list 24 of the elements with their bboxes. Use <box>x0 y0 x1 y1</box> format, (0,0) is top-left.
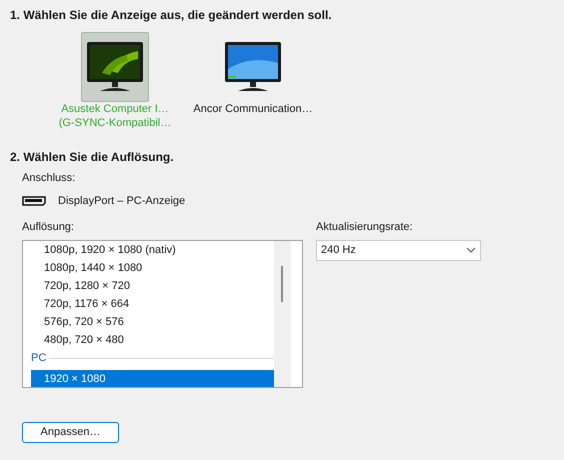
field-label: Auflösung: <box>22 220 75 235</box>
field-label: Anschluss: <box>22 171 76 186</box>
resolution-item[interactable]: 1080p, 1920 × 1080 (nativ) <box>31 240 276 258</box>
group-label: PC <box>31 351 46 366</box>
refresh-rate-dropdown[interactable]: 240 Hz <box>316 240 481 260</box>
section-heading: 2. Wählen Sie die Auflösung. <box>10 149 175 164</box>
display-tile[interactable] <box>81 32 149 102</box>
resolution-item[interactable]: 576p, 720 × 576 <box>31 312 276 330</box>
resolution-item[interactable]: 1080p, 1440 × 1080 <box>31 258 276 276</box>
customize-button[interactable]: Anpassen… <box>22 422 119 442</box>
resolution-item[interactable]: 480p, 720 × 480 <box>31 330 276 348</box>
resolution-item[interactable]: 1920 × 1080 <box>31 370 276 386</box>
chevron-down-icon <box>466 247 476 253</box>
scrollbar-thumb[interactable] <box>281 266 283 302</box>
resolution-item[interactable]: 720p, 1280 × 720 <box>31 276 276 294</box>
field-label: Aktualisierungsrate: <box>316 220 414 235</box>
section-heading: 1. Wählen Sie die Anzeige aus, die geändert werden soll. <box>10 7 333 22</box>
displayport-icon <box>22 196 46 206</box>
display-name: Ancor Communication… <box>193 102 313 116</box>
display-name: (G-SYNC-Kompatibil… <box>58 116 172 130</box>
connection-name: DisplayPort – PC-Anzeige <box>58 194 186 208</box>
resolution-item[interactable]: 720p, 1176 × 664 <box>31 294 276 312</box>
resolution-list[interactable]: 1080p, 1920 × 1080 (nativ) 1080p, 1440 × 1080 720p, 1280 × 720 720p, 1176 × 664 576p, 720 × 576 480p, 720 × 480 PC 1920 × 1080 <box>22 240 303 388</box>
display-name: Asustek Computer I… <box>61 102 169 116</box>
